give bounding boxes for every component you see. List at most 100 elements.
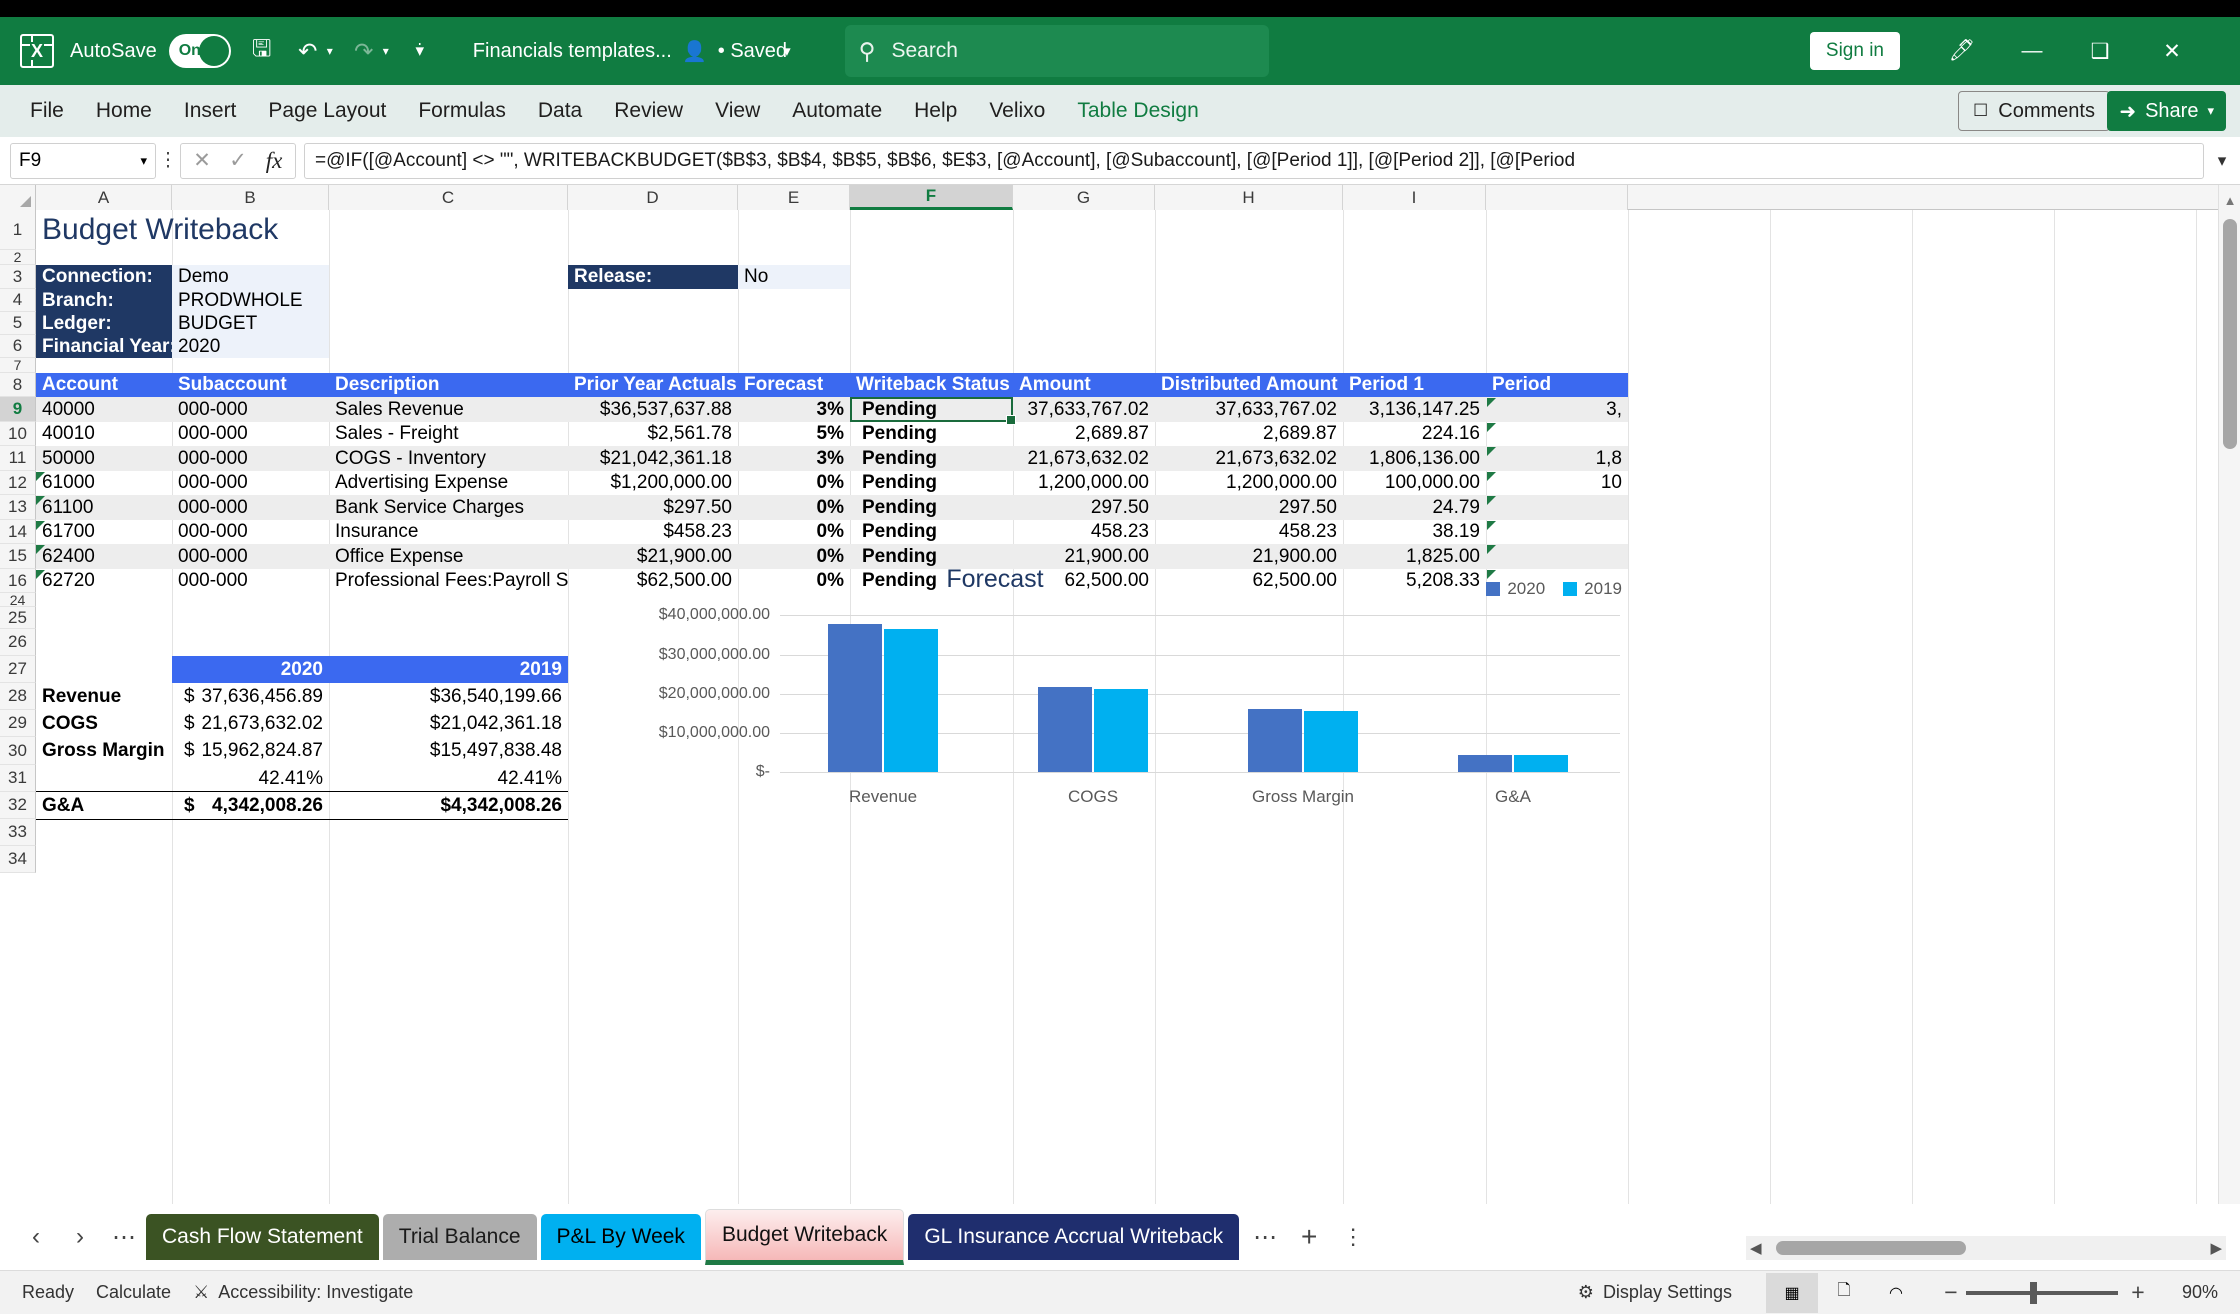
row-header-16[interactable]: 16	[0, 569, 36, 593]
column-header-h[interactable]: H	[1155, 185, 1343, 210]
cell-forecast[interactable]: 5%	[738, 422, 850, 446]
cell-distributed-amount[interactable]: 458.23	[1155, 520, 1343, 544]
cell-distributed-amount[interactable]: 21,673,632.02	[1155, 446, 1343, 471]
row-header-3[interactable]: 3	[0, 265, 36, 289]
cell-subaccount[interactable]: 000-000	[172, 397, 329, 422]
zoom-slider-knob[interactable]	[2030, 1281, 2037, 1304]
display-settings-button[interactable]: ⚙ Display Settings	[1578, 1282, 1732, 1303]
cell-description[interactable]: Advertising Expense	[329, 471, 568, 495]
row-header-9[interactable]: 9	[0, 397, 36, 422]
select-all-corner[interactable]	[0, 185, 36, 210]
undo-chevron-down-icon[interactable]: ▾	[327, 44, 333, 58]
cell-period-1[interactable]: 3,136,147.25	[1343, 397, 1486, 422]
column-header-d[interactable]: D	[568, 185, 738, 210]
saved-status[interactable]: • Saved	[718, 40, 787, 63]
table-header-prior-year-actuals[interactable]: Prior Year Actuals	[568, 373, 738, 397]
ribbon-tab-automate[interactable]: Automate	[776, 89, 898, 133]
cell-distributed-amount[interactable]: 1,200,000.00	[1155, 471, 1343, 495]
summary-2020-margin-pct[interactable]: 42.41%	[196, 765, 329, 792]
summary-2019-revenue[interactable]: $36,540,199.66	[329, 683, 568, 710]
sheet-list-more-icon[interactable]: ⋯	[102, 1215, 146, 1259]
table-header-distributed-amount[interactable]: Distributed Amount	[1155, 373, 1343, 397]
scroll-left-icon[interactable]: ◀	[1750, 1239, 1762, 1257]
ribbon-tab-page-layout[interactable]: Page Layout	[252, 89, 402, 133]
row-header-11[interactable]: 11	[0, 446, 36, 471]
row-header-25[interactable]: 25	[0, 607, 36, 629]
row-header-29[interactable]: 29	[0, 710, 36, 737]
legend-item-2019[interactable]: 2019	[1563, 579, 1622, 599]
row-header-32[interactable]: 32	[0, 792, 36, 819]
row-header-27[interactable]: 27	[0, 656, 36, 683]
close-button[interactable]: ✕	[2144, 27, 2200, 75]
status-accessibility[interactable]: ⚔ Accessibility: Investigate	[193, 1282, 413, 1303]
zoom-in-button[interactable]: +	[2118, 1279, 2158, 1306]
ink-pen-icon[interactable]: 🖊	[1934, 27, 1990, 75]
summary-2020-gross-margin[interactable]: 15,962,824.87	[196, 737, 329, 765]
cell-period-1[interactable]: 24.79	[1343, 495, 1486, 520]
cell-forecast[interactable]: 0%	[738, 520, 850, 544]
page-break-preview-button[interactable]: ◠	[1870, 1273, 1922, 1313]
cell-forecast[interactable]: 3%	[738, 397, 850, 422]
cell-account[interactable]: 40000	[36, 397, 172, 422]
row-header-34[interactable]: 34	[0, 846, 36, 873]
row-header-28[interactable]: 28	[0, 683, 36, 710]
redo-icon[interactable]: ↷	[347, 31, 381, 71]
cell-account[interactable]: 40010	[36, 422, 172, 446]
save-icon[interactable]: 🖫	[245, 31, 279, 71]
scroll-up-icon[interactable]: ▲	[2219, 187, 2240, 213]
undo-icon[interactable]: ↶	[291, 31, 325, 71]
ribbon-tab-home[interactable]: Home	[80, 89, 168, 133]
chart-bar-2019-cogs[interactable]	[1094, 689, 1148, 772]
sheet-tab-gl-insurance-accrual-writeback[interactable]: GL Insurance Accrual Writeback	[908, 1214, 1240, 1260]
status-calculate[interactable]: Calculate	[96, 1282, 171, 1303]
cell-amount[interactable]: 1,200,000.00	[1013, 471, 1155, 495]
table-header-period-1[interactable]: Period 1	[1343, 373, 1486, 397]
chart-bar-2020-cogs[interactable]	[1038, 686, 1092, 772]
summary-2019-gross-margin[interactable]: $15,497,838.48	[329, 737, 568, 765]
cell-prior-year-actuals[interactable]: $36,537,637.88	[568, 397, 738, 422]
cell-subaccount[interactable]: 000-000	[172, 471, 329, 495]
cell-period-2[interactable]: 1,8	[1486, 446, 1628, 471]
cell-subaccount[interactable]: 000-000	[172, 520, 329, 544]
cell-account[interactable]: 62720	[36, 569, 172, 593]
cell-amount[interactable]: 2,689.87	[1013, 422, 1155, 446]
row-header-26[interactable]: 26	[0, 629, 36, 656]
cell-prior-year-actuals[interactable]: $458.23	[568, 520, 738, 544]
cell-forecast[interactable]: 0%	[738, 471, 850, 495]
table-header-period-2[interactable]: Period	[1486, 373, 1628, 397]
table-header-writeback-status[interactable]: Writeback Status	[850, 373, 1013, 397]
row-header-30[interactable]: 30	[0, 737, 36, 765]
column-header-j[interactable]	[1486, 185, 1628, 210]
param-value-connection[interactable]: Demo	[172, 265, 329, 289]
table-header-description[interactable]: Description	[329, 373, 568, 397]
scroll-right-icon[interactable]: ▶	[2210, 1239, 2222, 1257]
cell-amount[interactable]: 37,633,767.02	[1013, 397, 1155, 422]
cell-prior-year-actuals[interactable]: $1,200,000.00	[568, 471, 738, 495]
cell-account[interactable]: 50000	[36, 446, 172, 471]
formula-expand-chevron-down-icon[interactable]: ▾	[2204, 151, 2240, 171]
row-header-13[interactable]: 13	[0, 495, 36, 520]
cell-account[interactable]: 61000	[36, 471, 172, 495]
column-header-a[interactable]: A	[36, 185, 172, 210]
row-header-33[interactable]: 33	[0, 819, 36, 846]
column-header-i[interactable]: I	[1343, 185, 1486, 210]
sheet-tab-budget-writeback[interactable]: Budget Writeback	[704, 1209, 905, 1265]
chart-bar-2019-gross-margin[interactable]	[1304, 711, 1358, 772]
cell-forecast[interactable]: 3%	[738, 446, 850, 471]
person-share-icon[interactable]: 👤	[678, 31, 712, 71]
sheet-tab-overflow-icon[interactable]: ⋯	[1243, 1215, 1287, 1259]
row-header-15[interactable]: 15	[0, 544, 36, 569]
table-header-subaccount[interactable]: Subaccount	[172, 373, 329, 397]
saved-chevron-down-icon[interactable]: ▾	[783, 42, 791, 60]
cell-subaccount[interactable]: 000-000	[172, 422, 329, 446]
forecast-chart[interactable]: Forecast 2020 2019 $40,000,000.00 $30,00…	[620, 565, 1630, 835]
ribbon-tab-table-design[interactable]: Table Design	[1061, 89, 1214, 133]
cell-period-1[interactable]: 100,000.00	[1343, 471, 1486, 495]
ribbon-tab-data[interactable]: Data	[522, 89, 598, 133]
cell-description[interactable]: Sales - Freight	[329, 422, 568, 446]
formula-bar-more-icon[interactable]: ⋮	[156, 149, 180, 172]
cell-distributed-amount[interactable]: 297.50	[1155, 495, 1343, 520]
search-input[interactable]: ⚲ Search	[844, 25, 1269, 77]
cell-writeback-status[interactable]: Pending	[850, 495, 1013, 520]
row-header-5[interactable]: 5	[0, 312, 36, 335]
